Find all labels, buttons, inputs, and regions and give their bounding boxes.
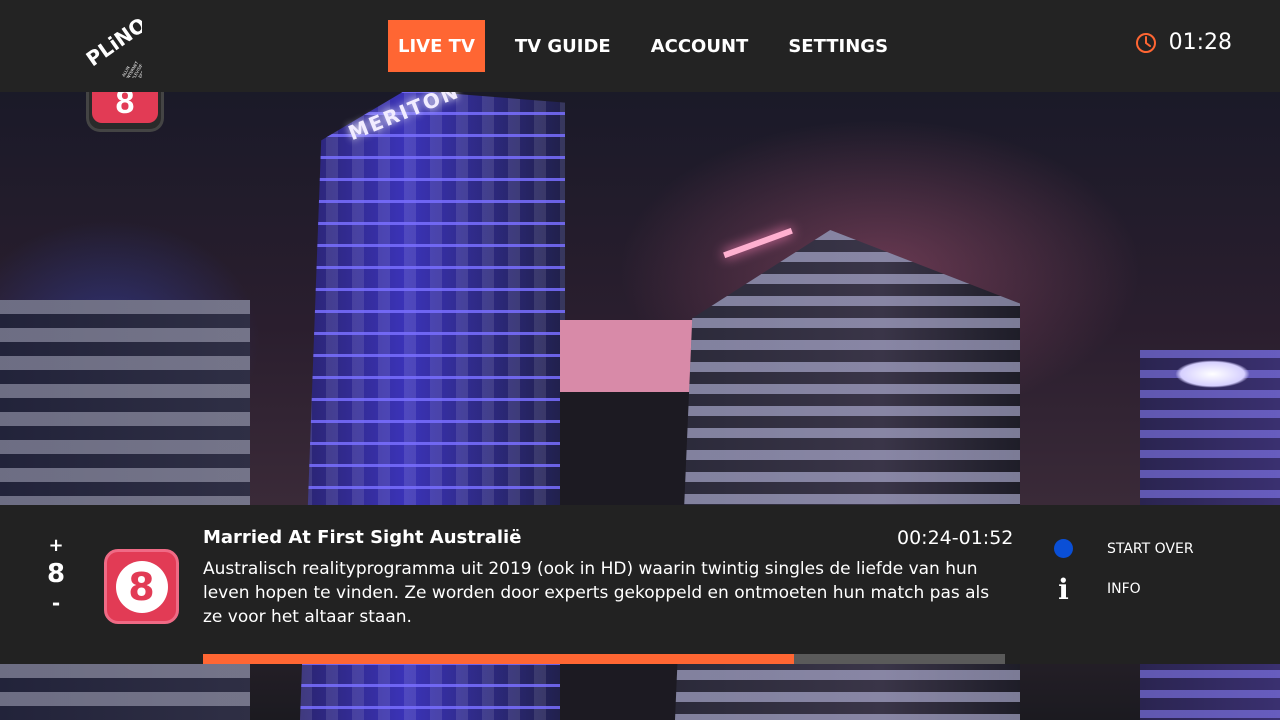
channel-logo-mark: 8 — [115, 560, 168, 613]
clock-time: 01:28 — [1168, 30, 1232, 55]
channel-number: 8 — [46, 559, 66, 589]
channel-switcher: + 8 - — [38, 537, 74, 614]
start-over-label: START OVER — [1107, 540, 1194, 557]
nav-account[interactable]: ACCOUNT — [641, 20, 759, 72]
main-nav: LIVE TV TV GUIDE ACCOUNT SETTINGS — [388, 20, 918, 72]
channel-up-button[interactable]: + — [38, 537, 74, 555]
program-time-range: 00:24-01:52 — [897, 527, 1014, 549]
nav-tv-guide[interactable]: TV GUIDE — [505, 20, 621, 72]
channel-down-button[interactable]: - — [38, 593, 74, 613]
info-label: INFO — [1107, 581, 1141, 597]
clock-icon — [1135, 32, 1156, 53]
top-bar: PLiNQ ALLIN INTERNET TELEVISIE TELEFONIE… — [0, 0, 1280, 92]
blue-dot-icon — [1054, 539, 1073, 558]
program-description: Australisch realityprogramma uit 2019 (o… — [203, 559, 990, 627]
channel-logo: rtl 8 — [104, 549, 179, 624]
start-over-button[interactable]: START OVER — [1054, 539, 1194, 558]
channel-logo-prefix: rtl — [117, 576, 126, 586]
program-info-panel: + 8 - rtl 8 Married At First Sight Austr… — [0, 505, 1280, 664]
info-icon: i — [1058, 572, 1069, 606]
program-progress-fill — [203, 654, 795, 664]
program-progress-bar — [203, 654, 1005, 664]
nav-live-tv[interactable]: LIVE TV — [388, 20, 485, 72]
nav-settings[interactable]: SETTINGS — [778, 20, 898, 72]
dome-neon — [1175, 360, 1250, 388]
plinq-logo[interactable]: PLiNQ ALLIN INTERNET TELEVISIE TELEFONIE — [82, 14, 142, 78]
info-button[interactable]: i INFO — [1054, 572, 1141, 606]
clock: 01:28 — [1135, 30, 1232, 55]
program-title: Married At First Sight Australië — [203, 527, 522, 548]
